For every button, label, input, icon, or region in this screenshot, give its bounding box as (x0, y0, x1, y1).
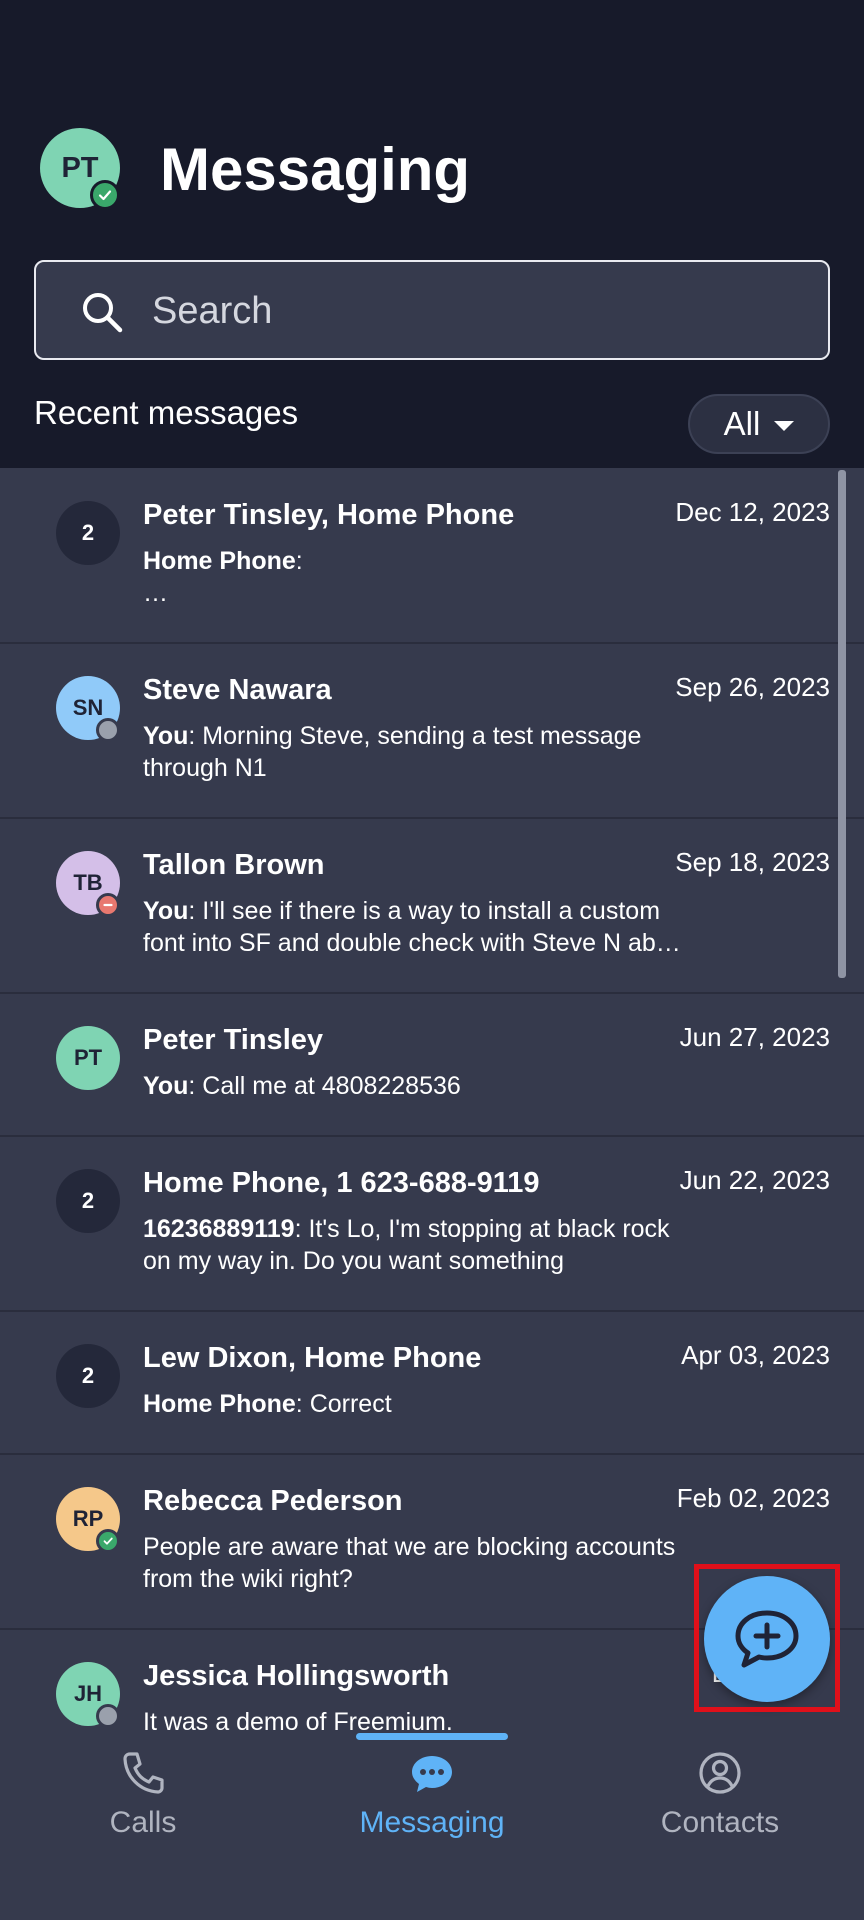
contact-user-icon (699, 1752, 741, 1794)
group-count: 2 (81, 520, 95, 545)
contact-initials: PT (73, 1045, 103, 1070)
list-scrollbar[interactable] (838, 470, 846, 978)
phone-icon (123, 1752, 164, 1794)
app-header: PT Messaging Recent messages All (0, 0, 864, 468)
active-tab-indicator (356, 1733, 508, 1740)
presence-offline-icon (96, 1704, 120, 1728)
filter-dropdown-label: All (723, 405, 761, 442)
conversation-item[interactable]: TB Tallon Brown Sep 18, 2023 You: I'll s… (0, 819, 864, 994)
preview-sender: Home Phone (143, 547, 296, 575)
conversation-item[interactable]: 2 Lew Dixon, Home Phone Apr 03, 2023 Hom… (0, 1312, 864, 1455)
conversation-date: Sep 26, 2023 (675, 672, 830, 702)
group-avatar: 2 (56, 501, 120, 565)
preview-sender: You (143, 1072, 189, 1100)
preview-separator: : (295, 1390, 303, 1418)
group-avatar: 2 (56, 1169, 120, 1233)
conversation-name: Home Phone, 1 623-688-9119 (143, 1167, 540, 1199)
contact-initials: SN (72, 695, 104, 720)
preview-text: I'll see if there is a way to install a … (143, 897, 681, 957)
preview-sender: 16236889119 (143, 1215, 295, 1243)
conversation-preview: Home Phone: Correct (143, 1388, 683, 1420)
presence-offline-icon (96, 718, 120, 742)
conversation-preview: You: I'll see if there is a way to insta… (143, 895, 683, 959)
conversation-preview: Home Phone: … (143, 545, 683, 609)
preview-sender: You (143, 722, 189, 750)
conversation-list: 2 Peter Tinsley, Home Phone Dec 12, 2023… (0, 469, 864, 1740)
conversation-name: Rebecca Pederson (143, 1485, 403, 1517)
chat-bubble-icon (412, 1756, 452, 1792)
preview-text: Correct (302, 1390, 392, 1418)
conversation-preview: 16236889119: It's Lo, I'm stopping at bl… (143, 1213, 703, 1277)
conversation-name: Peter Tinsley, Home Phone (143, 499, 515, 531)
contact-initials: RP (72, 1506, 104, 1531)
section-label: Recent messages (34, 394, 299, 431)
highlight-box (694, 1564, 840, 1712)
preview-separator: : (294, 1215, 302, 1243)
contact-avatar: PT (56, 1026, 120, 1090)
caret-down-icon (774, 421, 795, 431)
group-count: 2 (81, 1363, 95, 1388)
group-avatar: 2 (56, 1344, 120, 1408)
preview-text: Morning Steve, sending a test message th… (143, 722, 642, 782)
contact-initials: TB (73, 870, 103, 895)
search-input[interactable] (150, 282, 794, 340)
tab-calls[interactable]: Calls (43, 1744, 243, 1854)
preview-text: People are aware that we are blocking ac… (143, 1533, 676, 1593)
preview-sender: Home Phone (143, 1390, 296, 1418)
presence-available-icon (96, 1529, 120, 1553)
conversation-date: Feb 02, 2023 (676, 1483, 830, 1513)
presence-busy-icon (96, 893, 120, 917)
conversation-preview: You: Call me at 4808228536 (143, 1070, 683, 1102)
conversation-item[interactable]: 2 Peter Tinsley, Home Phone Dec 12, 2023… (0, 469, 864, 644)
contact-initials: JH (73, 1681, 103, 1706)
conversation-date: Apr 03, 2023 (681, 1340, 830, 1370)
user-avatar-initials: PT (61, 151, 99, 184)
conversation-item[interactable]: PT Peter Tinsley Jun 27, 2023 You: Call … (0, 994, 864, 1137)
conversation-name: Tallon Brown (143, 849, 325, 881)
conversation-name: Lew Dixon, Home Phone (143, 1342, 482, 1374)
conversation-item[interactable]: SN Steve Nawara Sep 26, 2023 You: Mornin… (0, 644, 864, 819)
preview-sender: You (143, 897, 189, 925)
preview-text: Call me at 4808228536 (195, 1072, 461, 1100)
search-bar[interactable] (34, 260, 830, 360)
conversation-date: Dec 12, 2023 (675, 497, 830, 527)
presence-available-icon (90, 180, 120, 210)
tab-messaging-label: Messaging (359, 1806, 505, 1839)
conversation-date: Sep 18, 2023 (675, 847, 830, 877)
group-count: 2 (81, 1188, 95, 1213)
preview-text-line2: … (143, 579, 168, 607)
conversation-preview: People are aware that we are blocking ac… (143, 1531, 683, 1595)
conversation-name: Peter Tinsley (143, 1024, 324, 1056)
tab-contacts-label: Contacts (660, 1806, 780, 1839)
conversation-item[interactable]: 2 Home Phone, 1 623-688-9119 Jun 22, 202… (0, 1137, 864, 1312)
filter-dropdown[interactable]: All (688, 394, 830, 454)
preview-text: It was a demo of Freemium. (143, 1708, 453, 1736)
conversation-name: Jessica Hollingsworth (143, 1660, 450, 1692)
tab-calls-label: Calls (109, 1806, 177, 1839)
preview-separator: : (295, 547, 303, 575)
tab-contacts[interactable]: Contacts (620, 1744, 820, 1854)
conversation-preview: You: Morning Steve, sending a test messa… (143, 720, 683, 784)
page-title: Messaging (160, 136, 471, 203)
search-icon (83, 293, 123, 333)
conversation-name: Steve Nawara (143, 674, 332, 706)
tab-messaging[interactable]: Messaging (332, 1744, 532, 1854)
conversation-date: Jun 27, 2023 (679, 1022, 830, 1052)
conversation-date: Jun 22, 2023 (679, 1165, 830, 1195)
